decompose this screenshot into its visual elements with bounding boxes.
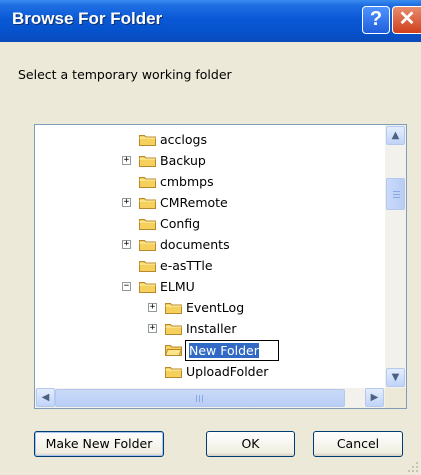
scroll-up-button[interactable]: ▲	[386, 126, 405, 145]
folder-icon	[165, 367, 182, 378]
close-button[interactable]: ✕	[392, 6, 421, 34]
make-new-folder-button[interactable]: Make New Folder	[34, 431, 164, 457]
tree-item-cmremote[interactable]: + CMRemote	[35, 192, 385, 213]
folder-icon	[139, 261, 156, 272]
tree-item-label: ELMU	[160, 279, 195, 294]
help-icon: ?	[369, 8, 383, 30]
arrow-up-icon: ▲	[391, 130, 400, 141]
close-icon: ✕	[398, 8, 416, 30]
scroll-left-button[interactable]: ◀	[36, 388, 55, 407]
expand-icon[interactable]: +	[122, 240, 131, 249]
help-button[interactable]: ?	[362, 6, 390, 34]
scroll-down-button[interactable]: ▼	[386, 368, 405, 387]
folder-icon	[139, 156, 156, 167]
scroll-right-button[interactable]: ▶	[365, 388, 384, 407]
folder-icon	[139, 177, 156, 188]
tree-item-label: Installer	[186, 321, 237, 336]
tree-item-label: documents	[160, 237, 230, 252]
ok-button[interactable]: OK	[206, 431, 295, 457]
folder-icon	[139, 240, 156, 251]
title-bar[interactable]: Browse For Folder ? ✕	[0, 0, 421, 42]
folder-icon	[139, 198, 156, 209]
expand-icon[interactable]: +	[122, 198, 131, 207]
tree-item-elmu[interactable]: − ELMU	[35, 276, 385, 297]
tree-item-label: CMRemote	[160, 195, 228, 210]
expand-icon[interactable]: +	[148, 303, 157, 312]
folder-icon	[165, 324, 182, 335]
tree-item-label: cmbmps	[160, 174, 214, 189]
tree-item-eventlog[interactable]: + EventLog	[35, 297, 385, 318]
folder-icon	[165, 303, 182, 314]
window-title: Browse For Folder	[12, 9, 163, 28]
tree-item-new-folder[interactable]: New Folder	[35, 339, 385, 361]
tree-item-label: UploadFolder	[186, 364, 269, 379]
tree-item-label: acclogs	[160, 132, 207, 147]
horizontal-scroll-thumb[interactable]	[55, 389, 345, 407]
folder-icon	[139, 219, 156, 230]
folder-icon	[139, 135, 156, 146]
arrow-down-icon: ▼	[391, 372, 400, 383]
tree-item-documents[interactable]: + documents	[35, 234, 385, 255]
folder-tree[interactable]: acclogs + Backup cmbmps + CMRemote Confi…	[34, 124, 407, 409]
tree-item-label: Config	[160, 216, 201, 231]
tree-item-config[interactable]: Config	[35, 213, 385, 234]
resize-grip-icon[interactable]	[407, 461, 419, 473]
expand-icon[interactable]: +	[148, 324, 157, 333]
scrollbar-corner	[385, 388, 406, 408]
vertical-scroll-thumb[interactable]	[386, 178, 405, 210]
tree-item-acclogs[interactable]: acclogs	[35, 129, 385, 150]
tree-item-uploadfolder[interactable]: UploadFolder	[35, 361, 385, 382]
rename-input-text: New Folder	[189, 343, 259, 358]
rename-input[interactable]: New Folder	[185, 340, 279, 361]
collapse-icon[interactable]: −	[122, 282, 131, 291]
tree-item-installer[interactable]: + Installer	[35, 318, 385, 339]
arrow-left-icon: ◀	[41, 392, 50, 403]
tree-item-backup[interactable]: + Backup	[35, 150, 385, 171]
tree-item-cmbmps[interactable]: cmbmps	[35, 171, 385, 192]
tree-item-label: e-asTTle	[160, 258, 213, 273]
vertical-scrollbar[interactable]: ▲ ▼	[385, 125, 406, 388]
tree-item-e-asttle[interactable]: e-asTTle	[35, 255, 385, 276]
tree-item-label: Backup	[160, 153, 206, 168]
arrow-right-icon: ▶	[370, 392, 379, 403]
folder-icon	[139, 282, 156, 293]
open-folder-icon	[165, 345, 182, 356]
horizontal-scrollbar[interactable]: ◀ ▶	[35, 388, 385, 408]
tree-item-label: EventLog	[186, 300, 245, 315]
expand-icon[interactable]: +	[122, 156, 131, 165]
prompt-text: Select a temporary working folder	[18, 67, 232, 82]
cancel-button[interactable]: Cancel	[313, 431, 403, 457]
